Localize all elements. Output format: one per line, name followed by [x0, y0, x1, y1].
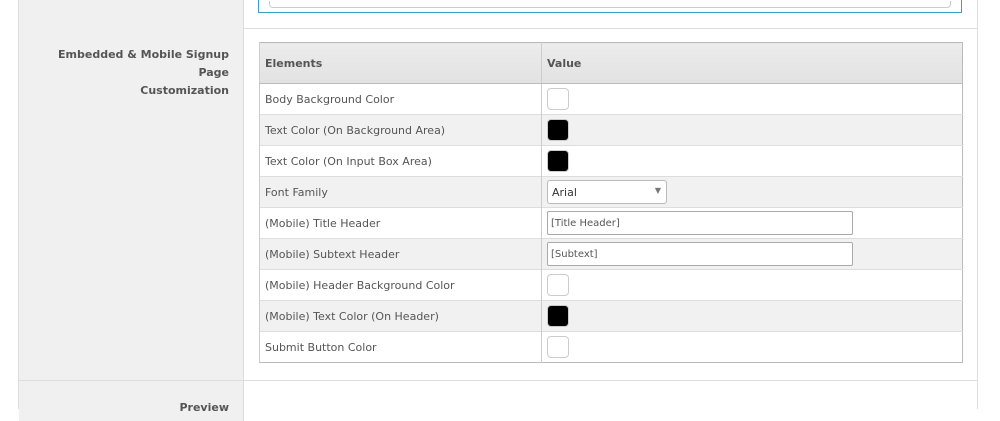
signup-customization-row: Embedded & Mobile Signup Page Customizat…	[19, 28, 977, 381]
text-color-input-swatch[interactable]	[547, 150, 569, 172]
table-row: (Mobile) Header Background Color	[259, 269, 963, 301]
title-header-input[interactable]	[547, 211, 853, 235]
section-label: Embedded & Mobile Signup Page Customizat…	[29, 46, 229, 100]
table-row: Body Background Color	[259, 83, 963, 115]
header-text-color-swatch[interactable]	[547, 305, 569, 327]
header-background-color-swatch[interactable]	[547, 274, 569, 296]
element-label: Text Color (On Background Area)	[259, 114, 542, 146]
value-cell	[541, 238, 963, 270]
element-label: Submit Button Color	[259, 331, 542, 363]
preview-row: Preview	[19, 381, 977, 421]
element-label: Body Background Color	[259, 83, 542, 115]
previous-label-column	[19, 0, 244, 28]
element-label: Font Family	[259, 176, 542, 208]
table-row: Font Family Arial ▼	[259, 176, 963, 208]
settings-frame: Embedded & Mobile Signup Page Customizat…	[18, 0, 978, 421]
body-background-color-swatch[interactable]	[547, 88, 569, 110]
table-row: Text Color (On Input Box Area)	[259, 145, 963, 177]
table-header-row: Elements Value	[259, 42, 963, 84]
table-row: (Mobile) Title Header	[259, 207, 963, 239]
previous-setting-input[interactable]	[269, 1, 951, 8]
font-family-selected-value: Arial	[552, 186, 577, 199]
value-cell	[541, 300, 963, 332]
previous-setting-box	[258, 0, 962, 13]
element-label: Text Color (On Input Box Area)	[259, 145, 542, 177]
value-cell	[541, 331, 963, 363]
font-family-select[interactable]: Arial ▼	[547, 180, 667, 204]
element-label: (Mobile) Text Color (On Header)	[259, 300, 542, 332]
table-row: Submit Button Color	[259, 331, 963, 363]
subtext-header-input[interactable]	[547, 242, 853, 266]
value-cell	[541, 145, 963, 177]
chevron-down-icon: ▼	[654, 186, 661, 195]
section-label-column: Embedded & Mobile Signup Page Customizat…	[19, 28, 244, 380]
submit-button-color-swatch[interactable]	[547, 336, 569, 358]
section-label-line1: Embedded & Mobile Signup Page	[58, 48, 229, 79]
element-label: (Mobile) Subtext Header	[259, 238, 542, 270]
preview-label-column: Preview	[19, 381, 244, 421]
table-row: Text Color (On Background Area)	[259, 114, 963, 146]
previous-setting-row	[19, 0, 977, 29]
value-cell	[541, 83, 963, 115]
section-label-line2: Customization	[140, 84, 229, 97]
table-row: (Mobile) Subtext Header	[259, 238, 963, 270]
value-cell	[541, 269, 963, 301]
preview-label: Preview	[179, 401, 229, 414]
table-row: (Mobile) Text Color (On Header)	[259, 300, 963, 332]
column-header-value: Value	[541, 42, 963, 84]
element-label: (Mobile) Header Background Color	[259, 269, 542, 301]
element-label: (Mobile) Title Header	[259, 207, 542, 239]
customization-table: Elements Value Body Background Color Tex…	[259, 42, 963, 363]
value-cell: Arial ▼	[541, 176, 963, 208]
column-header-elements: Elements	[259, 42, 542, 84]
value-cell	[541, 114, 963, 146]
text-color-background-swatch[interactable]	[547, 119, 569, 141]
value-cell	[541, 207, 963, 239]
